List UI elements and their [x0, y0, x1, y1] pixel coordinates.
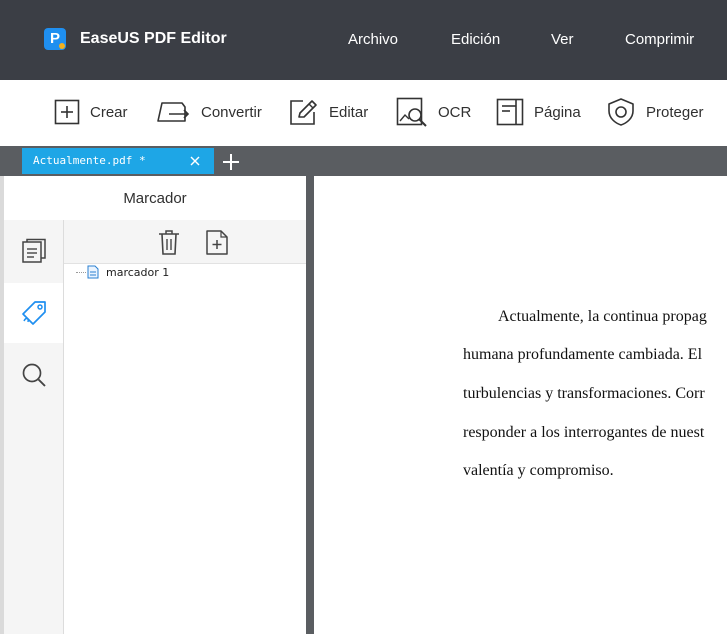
- bookmark-panel: Marcador marcador 1: [4, 176, 307, 634]
- ocr-label: OCR: [438, 103, 472, 121]
- trash-icon: [159, 230, 179, 255]
- add-page-icon: [206, 230, 228, 255]
- ocr-button[interactable]: OCR: [396, 97, 471, 127]
- bookmark-toolbar: [64, 220, 306, 264]
- easeus-logo-icon: P: [44, 28, 66, 50]
- doc-line-5: valentía y compromiso.: [463, 462, 614, 479]
- bookmarks-tab[interactable]: [4, 283, 63, 343]
- shield-icon: [608, 98, 634, 126]
- title-bar: P EaseUS PDF Editor Archivo Edición Ver …: [0, 0, 727, 80]
- search-tab[interactable]: [4, 345, 63, 405]
- panel-icon-column: [4, 220, 64, 634]
- main-toolbar: Crear Convertir Editar OCR Página Proteg…: [0, 80, 727, 147]
- crear-button[interactable]: Crear: [54, 97, 128, 127]
- bookmark-label: marcador 1: [106, 265, 170, 279]
- edit-pencil-icon: [290, 100, 317, 125]
- doc-line-1: Actualmente, la continua propag: [498, 308, 707, 325]
- bookmark-doc-icon: [87, 265, 99, 279]
- app-title: EaseUS PDF Editor: [80, 30, 227, 47]
- doc-line-3: turbulencias y transformaciones. Corr: [463, 385, 705, 402]
- menu-comprimir[interactable]: Comprimir: [625, 31, 694, 48]
- logo-accent-dot: [59, 43, 65, 49]
- doc-line-2: humana profundamente cambiada. El: [463, 346, 703, 363]
- menu-edicion[interactable]: Edición: [451, 31, 500, 48]
- proteger-button[interactable]: Proteger: [606, 97, 704, 127]
- menu-ver[interactable]: Ver: [551, 31, 574, 48]
- thumbnails-icon: [21, 238, 46, 263]
- ocr-scan-icon: [396, 97, 427, 127]
- page-icon: [496, 98, 524, 126]
- add-bookmark-button[interactable]: [204, 229, 230, 255]
- pagina-label: Página: [534, 103, 581, 121]
- tab-label: Actualmente.pdf *: [33, 154, 146, 167]
- editar-label: Editar: [329, 103, 369, 121]
- convertir-label: Convertir: [201, 103, 262, 121]
- pagina-button[interactable]: Página: [496, 97, 581, 127]
- doc-line-4: responder a los interrogantes de nuest: [463, 424, 705, 441]
- bookmark-item[interactable]: marcador 1: [86, 265, 169, 279]
- tab-actualmente-pdf[interactable]: Actualmente.pdf *: [22, 148, 214, 174]
- convertir-button[interactable]: Convertir: [155, 97, 262, 127]
- plus-box-icon: [54, 99, 80, 125]
- thumbnails-tab[interactable]: [4, 221, 63, 281]
- close-icon[interactable]: [190, 156, 200, 166]
- convert-icon: [157, 102, 190, 122]
- tree-connector: [76, 272, 86, 273]
- proteger-label: Proteger: [646, 103, 704, 121]
- crear-label: Crear: [90, 103, 128, 121]
- editar-button[interactable]: Editar: [289, 97, 368, 127]
- new-tab-plus-icon[interactable]: [222, 153, 240, 171]
- document-view[interactable]: Actualmente, la continua propag humana p…: [314, 176, 727, 634]
- panel-title: Marcador: [123, 190, 187, 207]
- search-icon: [22, 363, 46, 387]
- bookmark-tag-icon: [21, 301, 46, 325]
- delete-bookmark-button[interactable]: [156, 229, 182, 255]
- document-tab-bar: Actualmente.pdf *: [0, 146, 727, 176]
- menu-archivo[interactable]: Archivo: [348, 31, 398, 48]
- panel-splitter[interactable]: [306, 176, 314, 634]
